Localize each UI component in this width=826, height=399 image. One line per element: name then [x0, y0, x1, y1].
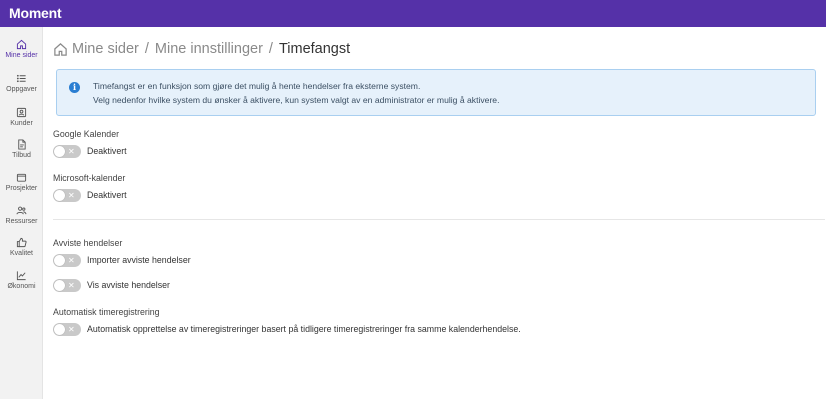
section-divider [53, 219, 825, 220]
toggle-knob [54, 323, 65, 335]
sidebar-item-label: Tilbud [12, 152, 31, 159]
rejected-events-title: Avviste hendelser [53, 238, 123, 248]
sidebar-item-label: Ressurser [5, 218, 38, 225]
folder-icon [16, 173, 27, 182]
list-icon [16, 74, 26, 83]
sidebar-item-label: Kvalitet [10, 250, 33, 257]
microsoft-calendar-toggle-row[interactable]: ✕ Deaktivert [53, 188, 127, 202]
microsoft-calendar-title: Microsoft-kalender [53, 173, 126, 183]
contact-card-icon [16, 107, 27, 118]
sidebar: Mine sider Oppgaver Kunder Tilbud Prosje… [0, 27, 43, 399]
auto-registration-label: Automatisk opprettelse av timeregistreri… [87, 324, 521, 334]
sidebar-item-oppgaver[interactable]: Oppgaver [0, 73, 43, 103]
home-icon[interactable] [53, 42, 68, 57]
microsoft-calendar-status: Deaktivert [87, 190, 127, 200]
info-text-line-1: Timefangst er en funksjon som gjøre det … [93, 81, 421, 91]
close-icon: ✕ [68, 190, 75, 200]
close-icon: ✕ [68, 280, 75, 290]
info-alert: i Timefangst er en funksjon som gjøre de… [56, 69, 816, 116]
microsoft-calendar-toggle[interactable]: ✕ [53, 188, 81, 202]
sidebar-item-label: Oppgaver [6, 86, 37, 93]
sidebar-item-kunder[interactable]: Kunder [0, 107, 43, 137]
show-rejected-toggle-row[interactable]: ✕ Vis avviste hendelser [53, 278, 170, 292]
page-title: Timefangst [278, 41, 351, 57]
google-calendar-toggle[interactable]: ✕ [53, 144, 81, 158]
google-calendar-title: Google Kalender [53, 129, 120, 139]
sidebar-item-okonomi[interactable]: Økonomi [0, 270, 43, 300]
info-text-line-2: Velg nedenfor hvilke system du ønsker å … [93, 95, 500, 105]
sidebar-item-label: Kunder [10, 120, 33, 127]
document-icon [18, 139, 26, 150]
info-icon: i [69, 82, 80, 93]
google-calendar-toggle-row[interactable]: ✕ Deaktivert [53, 144, 127, 158]
top-bar: Moment [0, 0, 826, 27]
close-icon: ✕ [68, 146, 75, 156]
auto-registration-toggle[interactable]: ✕ [53, 322, 81, 336]
toggle-knob [54, 279, 65, 291]
sidebar-item-label: Prosjekter [5, 185, 38, 192]
thumbs-up-icon [16, 237, 27, 248]
import-rejected-toggle[interactable]: ✕ [53, 253, 81, 267]
app-title[interactable]: Moment [9, 5, 62, 21]
auto-registration-title: Automatisk timeregistrering [53, 307, 160, 317]
show-rejected-toggle[interactable]: ✕ [53, 278, 81, 292]
toggle-knob [54, 145, 65, 157]
sidebar-item-kvalitet[interactable]: Kvalitet [0, 237, 43, 267]
close-icon: ✕ [68, 324, 75, 334]
chart-icon [16, 271, 26, 281]
show-rejected-label: Vis avviste hendelser [87, 280, 170, 290]
people-icon [16, 206, 27, 215]
breadcrumb: Mine sider / Mine innstillinger / Timefa… [53, 40, 350, 58]
breadcrumb-separator: / [268, 41, 273, 57]
auto-registration-toggle-row[interactable]: ✕ Automatisk opprettelse av timeregistre… [53, 322, 521, 336]
sidebar-item-label: Mine sider [5, 52, 38, 59]
sidebar-item-label: Økonomi [7, 283, 36, 290]
main-content: Mine sider / Mine innstillinger / Timefa… [53, 27, 825, 399]
breadcrumb-item-mine-innstillinger[interactable]: Mine innstillinger [155, 41, 263, 57]
sidebar-item-prosjekter[interactable]: Prosjekter [0, 172, 43, 202]
toggle-knob [54, 189, 65, 201]
breadcrumb-item-mine-sider[interactable]: Mine sider [72, 41, 139, 57]
close-icon: ✕ [68, 255, 75, 265]
sidebar-item-mine-sider[interactable]: Mine sider [0, 39, 43, 69]
sidebar-item-ressurser[interactable]: Ressurser [0, 205, 43, 235]
import-rejected-label: Importer avviste hendelser [87, 255, 191, 265]
breadcrumb-separator: / [144, 41, 149, 57]
import-rejected-toggle-row[interactable]: ✕ Importer avviste hendelser [53, 253, 191, 267]
home-icon [16, 39, 27, 50]
google-calendar-status: Deaktivert [87, 146, 127, 156]
toggle-knob [54, 254, 65, 266]
sidebar-item-tilbud[interactable]: Tilbud [0, 139, 43, 169]
